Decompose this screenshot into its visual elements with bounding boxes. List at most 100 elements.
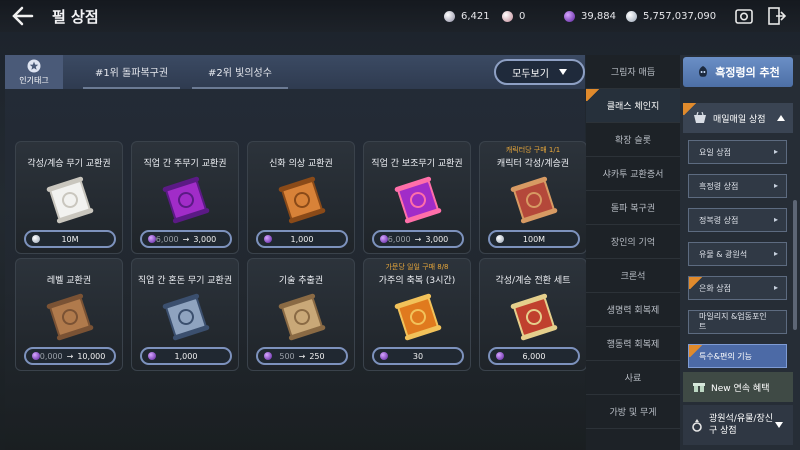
price-button[interactable]: 6,000 → 3,000 (372, 230, 464, 248)
category-nav-item[interactable]: 장인의 기억 (586, 225, 680, 259)
chevron-up-icon (777, 115, 785, 121)
purple-gem-icon (32, 352, 40, 360)
price-button[interactable]: 6,000 → 3,000 (140, 230, 232, 248)
category-nav-item[interactable]: 그림자 매듭 (586, 55, 680, 89)
item-name: 기술 추출권 (278, 276, 324, 286)
new-ribbon (683, 103, 697, 115)
item-card[interactable]: 가문당 일일 구매 8/8 가주의 축복 (3시간) 30 (363, 258, 471, 371)
item-card[interactable]: 각성/계승 무기 교환권 10M (15, 141, 123, 254)
price-button[interactable]: 500 → 250 (256, 347, 348, 365)
item-card[interactable]: 각성/계승 전환 세트 6,000 (479, 258, 587, 371)
view-all-dropdown[interactable]: 모두보기 (494, 59, 585, 85)
right-scrollbar[interactable] (793, 200, 797, 330)
purchase-limit-note: 캐릭터당 구매 1/1 (505, 146, 561, 154)
screenshot-icon[interactable] (734, 6, 754, 26)
category-nav-item[interactable]: 사료 (586, 361, 680, 395)
item-price: 1,000 (290, 234, 314, 244)
purchase-limit-note: 가문당 일일 구매 8/8 (385, 263, 449, 271)
currency-pink-pearl: 0 (502, 8, 525, 24)
daily-sub-item[interactable]: 유물 & 광원석 ▸ (688, 242, 787, 266)
daily-sub-item[interactable]: 정복령 상점 ▸ (688, 208, 787, 232)
item-card[interactable]: 직업 간 보조무기 교환권 6,000 → 3,000 (363, 141, 471, 254)
arrow-right-icon: → (182, 234, 190, 244)
scroll-item-icon (278, 176, 326, 224)
price-button[interactable]: 6,000 (488, 347, 580, 365)
new-events-button[interactable]: New 연속 혜택 (683, 372, 793, 402)
tab-popular-tags[interactable]: 인기태그 (5, 55, 63, 89)
item-name: 레벨 교환권 (46, 276, 92, 286)
item-name: 각성/계승 전환 세트 (495, 276, 571, 286)
ring-icon (692, 419, 702, 432)
new-ribbon (689, 277, 703, 289)
original-price: 6,000 (155, 234, 179, 244)
purple-gem-icon (264, 235, 272, 243)
item-name: 캐릭터 각성/계승권 (496, 159, 570, 169)
chevron-right-icon: ▸ (773, 215, 778, 224)
exit-icon[interactable] (767, 6, 787, 26)
daily-sub-item[interactable]: 특수&편의 기능 (688, 344, 787, 368)
back-arrow-icon[interactable] (8, 4, 36, 28)
chevron-right-icon: ▸ (773, 249, 778, 258)
price-button[interactable]: 1,000 (140, 347, 232, 365)
category-nav-item[interactable]: 돌파 복구권 (586, 191, 680, 225)
daily-sub-item[interactable]: 마일리지 &업동포인트 (688, 310, 787, 334)
tag-tab-2[interactable]: #2위 빛의성수 (192, 55, 288, 89)
chevron-right-icon: ▸ (773, 181, 778, 190)
item-card[interactable]: 신화 의상 교환권 1,000 (247, 141, 355, 254)
price-button[interactable]: 30 (372, 347, 464, 365)
scroll-item-icon (46, 176, 94, 224)
category-nav-item[interactable]: 확장 슬롯 (586, 123, 680, 157)
new-ribbon (586, 89, 600, 101)
category-nav-item[interactable]: 가방 및 무게 (586, 395, 680, 429)
recommend-button[interactable]: 흑정령의 추천 (683, 57, 793, 87)
item-card[interactable]: 캐릭터당 구매 1/1 캐릭터 각성/계승권 100M (479, 141, 587, 254)
accessory-shop-button[interactable]: 광원석/유물/장신구 상점 (683, 405, 793, 445)
item-name: 직업 간 주무기 교환권 (143, 159, 227, 169)
scroll-item-icon (394, 176, 442, 224)
category-nav-item[interactable]: 행동력 회복제 (586, 327, 680, 361)
pink-pearl-icon (502, 10, 513, 22)
purple-gem-icon (380, 352, 388, 360)
pearl-icon (444, 10, 455, 22)
scroll-item-icon (46, 293, 94, 341)
price-button[interactable]: 10M (24, 230, 116, 248)
item-card[interactable]: 직업 간 주무기 교환권 6,000 → 3,000 (131, 141, 239, 254)
scroll-item-icon (162, 176, 210, 224)
top-bar: 펄 상점 6,421 0 39,884 5,757,037,090 (0, 0, 800, 32)
discounted-price: 3,000 (425, 234, 449, 244)
item-card[interactable]: 레벨 교환권 20,000 → 10,000 (15, 258, 123, 371)
daily-sub-item[interactable]: 흑정령 상점 ▸ (688, 174, 787, 198)
daily-sub-item[interactable]: 요일 상점 ▸ (688, 140, 787, 164)
price-button[interactable]: 1,000 (256, 230, 348, 248)
item-name: 직업 간 혼돈 무기 교환권 (137, 276, 233, 286)
price-button[interactable]: 100M (488, 230, 580, 248)
item-price: 10M (61, 234, 79, 244)
black-spirit-icon (699, 66, 708, 77)
price-button[interactable]: 20,000 → 10,000 (24, 347, 116, 365)
item-price: 1,000 (174, 351, 198, 361)
currency-purple-gem: 39,884 (564, 8, 616, 24)
category-nav-item[interactable]: 클래스 체인지 (586, 89, 680, 123)
category-nav-item[interactable]: 샤카투 교환증서 (586, 157, 680, 191)
purple-gem-icon (148, 352, 156, 360)
purple-gem-icon (496, 352, 504, 360)
chevron-down-icon (775, 422, 783, 428)
purple-gem-icon (148, 235, 156, 243)
chevron-right-icon: ▸ (773, 283, 778, 292)
daily-shop-header[interactable]: 매일매일 상점 (683, 103, 793, 133)
star-icon (27, 59, 41, 72)
chevron-right-icon: ▸ (773, 147, 778, 156)
category-nav-item[interactable]: 크론석 (586, 259, 680, 293)
arrow-right-icon: → (298, 351, 306, 361)
item-card[interactable]: 직업 간 혼돈 무기 교환권 1,000 (131, 258, 239, 371)
tag-bar: 인기태그 #1위 돌파복구권 #2위 빛의성수 모두보기 (5, 55, 585, 89)
discounted-price: 3,000 (193, 234, 217, 244)
category-nav-item[interactable]: 생명력 회복제 (586, 293, 680, 327)
purple-gem-icon (564, 10, 575, 22)
item-price: 30 (412, 351, 424, 361)
item-name: 직업 간 보조무기 교환권 (371, 159, 463, 169)
daily-sub-item[interactable]: 은화 상점 ▸ (688, 276, 787, 300)
scroll-item-icon (278, 293, 326, 341)
item-card[interactable]: 기술 추출권 500 → 250 (247, 258, 355, 371)
tag-tab-1[interactable]: #1위 돌파복구권 (83, 55, 180, 89)
